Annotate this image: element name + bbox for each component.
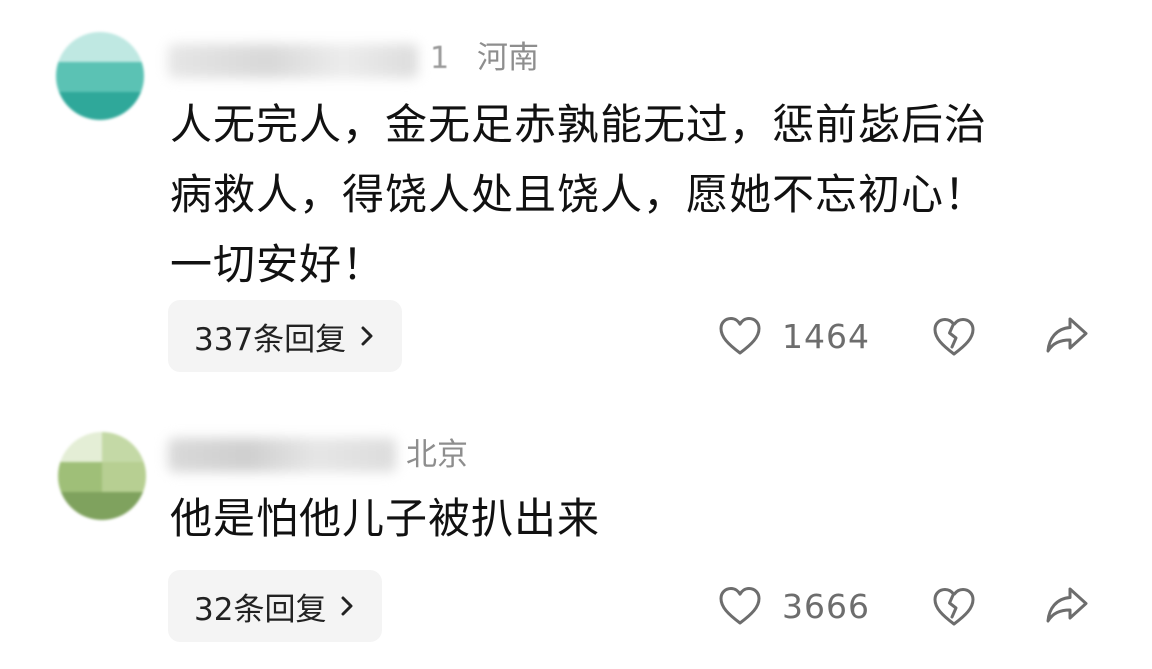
avatar-pixel <box>102 432 146 462</box>
avatar-pixel <box>58 462 102 492</box>
avatar-pixel <box>56 32 144 62</box>
heart-outline-icon <box>718 316 762 356</box>
chevron-right-icon <box>360 326 374 346</box>
replies-count-label: 337条回复 <box>194 321 347 358</box>
view-replies-button[interactable]: 337条回复 <box>168 300 403 372</box>
user-avatar[interactable] <box>58 432 146 520</box>
comment-item-2: 北京 他是怕他儿子被扒出来 32条回复 3666 <box>0 400 1152 669</box>
comment-text: 他是怕他儿子被扒出来 <box>170 494 601 543</box>
broken-heart-icon <box>932 586 976 628</box>
user-avatar[interactable] <box>56 32 144 120</box>
username-tail: 1 <box>430 41 450 76</box>
broken-heart-icon <box>932 316 976 358</box>
comment-location: 北京 <box>406 437 468 473</box>
like-button[interactable]: 3666 <box>718 586 870 626</box>
share-button[interactable] <box>1044 584 1090 626</box>
avatar-pixel <box>58 492 146 520</box>
avatar-pixel <box>56 62 144 92</box>
share-button[interactable] <box>1044 314 1090 356</box>
like-count: 3666 <box>782 586 870 626</box>
avatar-pixel <box>102 462 146 492</box>
replies-count-label: 32条回复 <box>194 591 327 628</box>
share-arrow-icon <box>1044 584 1090 626</box>
chevron-right-icon <box>340 596 354 616</box>
heart-outline-icon <box>718 586 762 626</box>
dislike-button[interactable] <box>932 586 976 628</box>
username-redacted[interactable] <box>168 44 418 78</box>
like-count: 1464 <box>782 316 870 356</box>
avatar-pixel <box>58 432 102 462</box>
avatar-pixel <box>56 92 144 120</box>
dislike-button[interactable] <box>932 316 976 358</box>
view-replies-button[interactable]: 32条回复 <box>168 570 383 642</box>
share-arrow-icon <box>1044 314 1090 356</box>
like-button[interactable]: 1464 <box>718 316 870 356</box>
comment-location: 河南 <box>477 40 539 76</box>
username-redacted[interactable] <box>168 438 396 472</box>
comment-text: 人无完人，金无足赤孰能无过，惩前毖后治 病救人，得饶人处且饶人，愿她不忘初心！ … <box>170 100 988 289</box>
comment-item-1: 1 河南 人无完人，金无足赤孰能无过，惩前毖后治 病救人，得饶人处且饶人，愿她不… <box>0 0 1152 400</box>
